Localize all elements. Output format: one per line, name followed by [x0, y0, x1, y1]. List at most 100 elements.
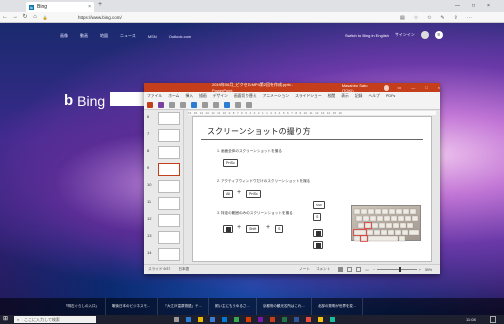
avatar[interactable] — [420, 31, 429, 39]
minimize-button[interactable]: — — [455, 3, 460, 9]
zoom-out-icon[interactable]: − — [373, 268, 375, 272]
ppt-minimize-button[interactable]: — — [411, 85, 415, 90]
news-item[interactable]: 北部の発明が世界を変… — [312, 298, 364, 315]
close-button[interactable]: × — [487, 3, 490, 9]
news-item[interactable]: 「明石ぐらしの入口」 — [58, 298, 106, 315]
more-icon[interactable]: ⋯ — [467, 15, 472, 21]
menu-icon[interactable]: ≡ — [434, 31, 443, 39]
news-item[interactable]: 京都府の観光名所はこれ… — [257, 298, 312, 315]
ribbon-tab-pdf[interactable]: PDFs — [386, 94, 396, 98]
bing-nav-msn[interactable]: MSN — [148, 34, 157, 39]
slide-canvas[interactable]: スクリーンショットの撮り方 1. 画面全体のスクリーンショットを撮る PrtSc… — [192, 116, 432, 262]
onenote-icon[interactable] — [258, 317, 263, 322]
textbox-icon[interactable] — [246, 101, 252, 108]
refresh-icon[interactable]: ↻ — [20, 12, 30, 23]
favorite-star-icon[interactable]: ☆ — [414, 15, 418, 21]
maximize-button[interactable]: □ — [472, 3, 475, 9]
taskbar-search-input[interactable]: ここに入力して検索 — [14, 316, 96, 323]
zoom-slider[interactable] — [376, 267, 417, 272]
bing-nav-news[interactable]: ニュース — [120, 33, 136, 39]
forward-icon[interactable]: → — [10, 12, 20, 23]
office-icon[interactable] — [246, 317, 251, 322]
taskbar-clock[interactable]: 11:08 — [466, 315, 476, 324]
favorites-icon[interactable]: ✩ — [427, 15, 431, 21]
excel-icon[interactable] — [282, 317, 287, 322]
sorter-view-icon[interactable] — [347, 267, 353, 272]
slide-thumbnail[interactable] — [158, 197, 180, 210]
powerpoint-icon[interactable] — [270, 317, 275, 322]
app-icon[interactable] — [318, 317, 323, 322]
notes-button[interactable]: ノート — [299, 267, 310, 272]
ribbon-tab-help[interactable]: ヘルプ — [368, 94, 379, 99]
app-icon[interactable] — [306, 317, 311, 322]
app-icon[interactable] — [234, 317, 239, 322]
table-icon[interactable] — [235, 101, 241, 108]
ribbon-tab-draw[interactable]: 描画 — [199, 94, 207, 99]
undo-icon[interactable] — [169, 101, 175, 108]
news-item[interactable]: 「大江戸温泉物語」テ… — [158, 298, 209, 315]
zoom-in-icon[interactable]: + — [419, 268, 421, 272]
new-slide-icon[interactable] — [191, 101, 197, 108]
zoom-level[interactable]: 59% — [425, 268, 432, 272]
switch-language-link[interactable]: Switch to Bing in English — [345, 33, 389, 38]
ppt-close-button[interactable]: × — [438, 85, 440, 90]
shapes-icon[interactable] — [213, 101, 219, 108]
ribbon-tab-file[interactable]: ファイル — [147, 94, 162, 99]
bing-nav-videos[interactable]: 動画 — [80, 33, 88, 39]
bing-nav-images[interactable]: 画像 — [60, 33, 68, 39]
mail-icon[interactable] — [222, 317, 227, 322]
ppt-maximize-button[interactable]: □ — [425, 85, 427, 90]
new-tab-button[interactable]: + — [98, 1, 102, 8]
slide-thumbnail[interactable] — [158, 231, 180, 244]
slide-thumbnail[interactable] — [158, 129, 180, 142]
news-item[interactable]: 飼い主にもうゆるさ… — [209, 298, 257, 315]
comments-button[interactable]: コメント — [316, 267, 330, 272]
ribbon-tab-transitions[interactable]: 画面切り替え — [234, 94, 257, 99]
home-icon[interactable]: ⌂ — [30, 12, 40, 23]
ribbon-tab-view[interactable]: 表示 — [341, 94, 349, 99]
slideshow-icon[interactable]: ▭ — [365, 268, 368, 272]
reading-view-icon[interactable]: ▤ — [400, 15, 405, 21]
notification-icon[interactable] — [490, 316, 496, 323]
tab-close-icon[interactable]: × — [88, 4, 91, 10]
ribbon-tab-home[interactable]: ホーム — [168, 94, 179, 99]
ribbon-tab-record[interactable]: 記録 — [355, 94, 363, 99]
ribbon-tab-review[interactable]: 校閲 — [328, 94, 336, 99]
news-item[interactable]: 戦後日本のビジネスモ… — [106, 298, 158, 315]
picture-icon[interactable] — [224, 101, 230, 108]
ppt-user-avatar[interactable] — [383, 84, 390, 91]
reading-view-icon[interactable] — [356, 267, 362, 272]
autosave-icon[interactable] — [147, 101, 153, 108]
browser-tab[interactable]: b Bing × — [26, 2, 94, 12]
store-icon[interactable] — [210, 317, 215, 322]
share-icon[interactable]: ⇪ — [454, 15, 458, 21]
slide-thumbnail[interactable] — [158, 180, 180, 193]
normal-view-icon[interactable] — [338, 267, 344, 272]
slide-thumbnail-selected[interactable] — [158, 163, 180, 176]
ribbon-tab-slideshow[interactable]: スライドショー — [295, 94, 322, 99]
ribbon-tab-design[interactable]: デザイン — [213, 94, 228, 99]
edge-icon[interactable] — [186, 317, 191, 322]
layout-icon[interactable] — [202, 101, 208, 108]
pen-icon[interactable]: ✎ — [440, 15, 444, 21]
bing-nav-maps[interactable]: 地図 — [100, 33, 108, 39]
save-icon[interactable] — [158, 101, 164, 108]
ribbon-tab-insert[interactable]: 挿入 — [185, 94, 193, 99]
ribbon-tab-animations[interactable]: アニメーション — [263, 94, 289, 99]
bing-nav-outlook[interactable]: Outlook.com — [169, 34, 191, 39]
slide-thumbnail[interactable] — [158, 112, 180, 125]
redo-icon[interactable] — [180, 101, 186, 108]
slide-thumbnail[interactable] — [158, 248, 180, 261]
app-icon[interactable] — [330, 317, 335, 322]
start-button-icon[interactable]: ⊞ — [3, 316, 10, 323]
slide-thumbnail[interactable] — [158, 146, 180, 159]
ppt-ribbon-display-icon[interactable]: ▭ — [397, 85, 401, 90]
word-icon[interactable] — [294, 317, 299, 322]
explorer-icon[interactable] — [198, 317, 203, 322]
slide-thumbnail[interactable] — [158, 214, 180, 227]
task-view-icon[interactable] — [174, 317, 179, 322]
language-status[interactable]: 日本語 — [178, 267, 189, 272]
signin-link[interactable]: サインイン — [395, 32, 415, 38]
url-input[interactable]: https://www.bing.com/ — [78, 14, 328, 21]
back-icon[interactable]: ← — [0, 12, 10, 23]
